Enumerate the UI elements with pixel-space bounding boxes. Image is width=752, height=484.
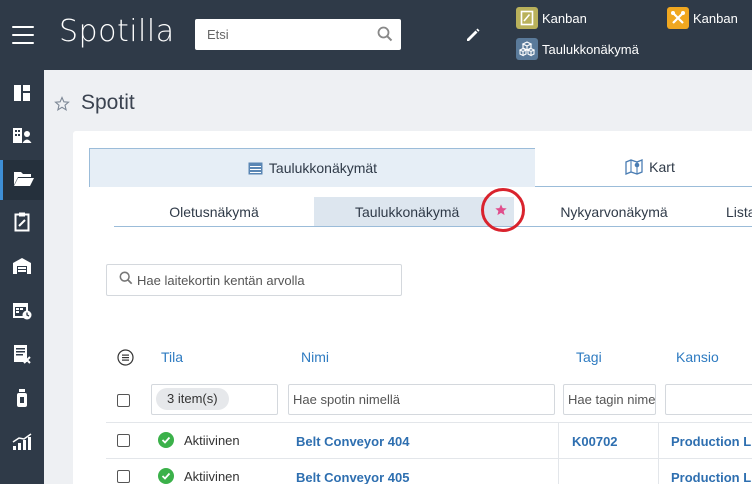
check-circle-icon — [158, 432, 174, 448]
sidebar-item-reports[interactable] — [0, 336, 44, 376]
checklist-icon — [14, 212, 30, 237]
column-header-nimi[interactable]: Nimi — [301, 349, 329, 365]
subtab-oletusnakyma[interactable]: Oletusnäkymä — [114, 197, 314, 226]
tag-link[interactable]: K00702 — [572, 434, 618, 449]
organization-icon — [12, 126, 32, 149]
sidebar-item-sensors[interactable] — [0, 380, 44, 420]
folder-link[interactable]: Production Li — [671, 434, 752, 449]
table-icon — [248, 162, 263, 175]
column-header-tila[interactable]: Tila — [161, 349, 183, 365]
left-sidebar — [0, 70, 44, 484]
global-search-input[interactable] — [195, 19, 365, 50]
search-icon — [119, 271, 133, 290]
dashboard-icon — [13, 84, 31, 107]
tab-label: Kart — [649, 159, 675, 175]
subtab-lista[interactable]: Lista — [714, 197, 752, 226]
hamburger-menu-icon[interactable] — [12, 26, 34, 44]
row-divider — [106, 422, 752, 423]
page-title: Spotit — [81, 91, 135, 114]
sidebar-item-warehouse[interactable] — [0, 248, 44, 288]
quick-link-taulukkonakyma[interactable]: Taulukkonäkymä — [516, 38, 639, 60]
calendar-icon — [12, 300, 32, 325]
sidebar-item-organization[interactable] — [0, 117, 44, 157]
check-circle-icon — [158, 468, 174, 484]
map-icon — [625, 159, 643, 175]
sidebar-item-calendar[interactable] — [0, 292, 44, 332]
tab-label: Taulukkonäkymät — [268, 160, 378, 176]
folder-link[interactable]: Production Li — [671, 470, 752, 484]
sidebar-item-analytics[interactable] — [0, 424, 44, 464]
name-filter[interactable] — [288, 384, 555, 415]
column-menu-icon[interactable] — [117, 349, 134, 371]
row-checkbox[interactable] — [117, 470, 130, 483]
spot-name-link[interactable]: Belt Conveyor 404 — [296, 434, 409, 449]
tools-icon — [667, 7, 689, 29]
device-card-filter[interactable] — [106, 264, 402, 296]
status-text: Aktiivinen — [184, 468, 240, 484]
search-icon[interactable] — [377, 26, 393, 47]
folder-filter[interactable] — [665, 384, 752, 415]
sidebar-item-folders[interactable] — [0, 160, 44, 200]
status-cell: Aktiivinen — [158, 432, 240, 448]
app-logo[interactable]: Spotilla — [59, 14, 175, 49]
column-divider — [658, 422, 659, 484]
report-icon — [13, 344, 31, 369]
status-filter-chip[interactable]: 3 item(s) — [156, 388, 229, 410]
subtab-label: Nykyarvonäkymä — [560, 203, 668, 220]
subtab-nykyarvonakyma[interactable]: Nykyarvonäkymä — [514, 197, 714, 226]
subtab-label: Lista — [726, 203, 752, 220]
boxes-icon — [516, 38, 538, 60]
quick-link-label: Taulukkonäkymä — [542, 41, 639, 57]
device-card-filter-input[interactable] — [133, 272, 393, 288]
global-search[interactable] — [195, 19, 401, 50]
tag-filter-input[interactable] — [564, 385, 655, 414]
subtab-label: Taulukkonäkymä — [355, 203, 460, 220]
row-divider — [106, 458, 752, 459]
tag-filter[interactable] — [563, 384, 656, 415]
kanban-doc-icon — [516, 7, 538, 29]
quick-link-label: Kanban — [542, 10, 587, 26]
analytics-icon — [12, 432, 32, 456]
column-header-kansio[interactable]: Kansio — [676, 349, 719, 365]
spot-name-link[interactable]: Belt Conveyor 405 — [296, 470, 409, 484]
subtabs-divider — [114, 226, 752, 227]
favorite-star-icon[interactable] — [54, 96, 70, 117]
column-header-tagi[interactable]: Tagi — [576, 349, 602, 365]
sidebar-item-checklist[interactable] — [0, 204, 44, 244]
tab-kartta[interactable]: Kart — [535, 148, 752, 187]
top-bar: Spotilla Kanban Taulukkonäkymä Kanban — [0, 0, 752, 70]
tab-taulukkonakymat[interactable]: Taulukkonäkymät — [89, 148, 536, 187]
quick-link-kanban[interactable]: Kanban — [516, 7, 587, 29]
name-filter-input[interactable] — [289, 385, 554, 414]
quick-link-label: Kanban — [693, 10, 738, 26]
folder-icon — [13, 169, 35, 192]
select-all-checkbox[interactable] — [117, 394, 130, 407]
status-text: Aktiivinen — [184, 432, 240, 448]
sensor-icon — [15, 388, 29, 413]
row-checkbox[interactable] — [117, 434, 130, 447]
warehouse-icon — [12, 257, 32, 280]
sidebar-item-dashboard[interactable] — [0, 75, 44, 115]
column-divider — [558, 422, 559, 484]
pencil-edit-icon[interactable] — [464, 26, 482, 49]
status-cell: Aktiivinen — [158, 468, 240, 484]
subtab-label: Oletusnäkymä — [169, 203, 259, 220]
quick-link-kanban-tools[interactable]: Kanban — [667, 7, 738, 29]
